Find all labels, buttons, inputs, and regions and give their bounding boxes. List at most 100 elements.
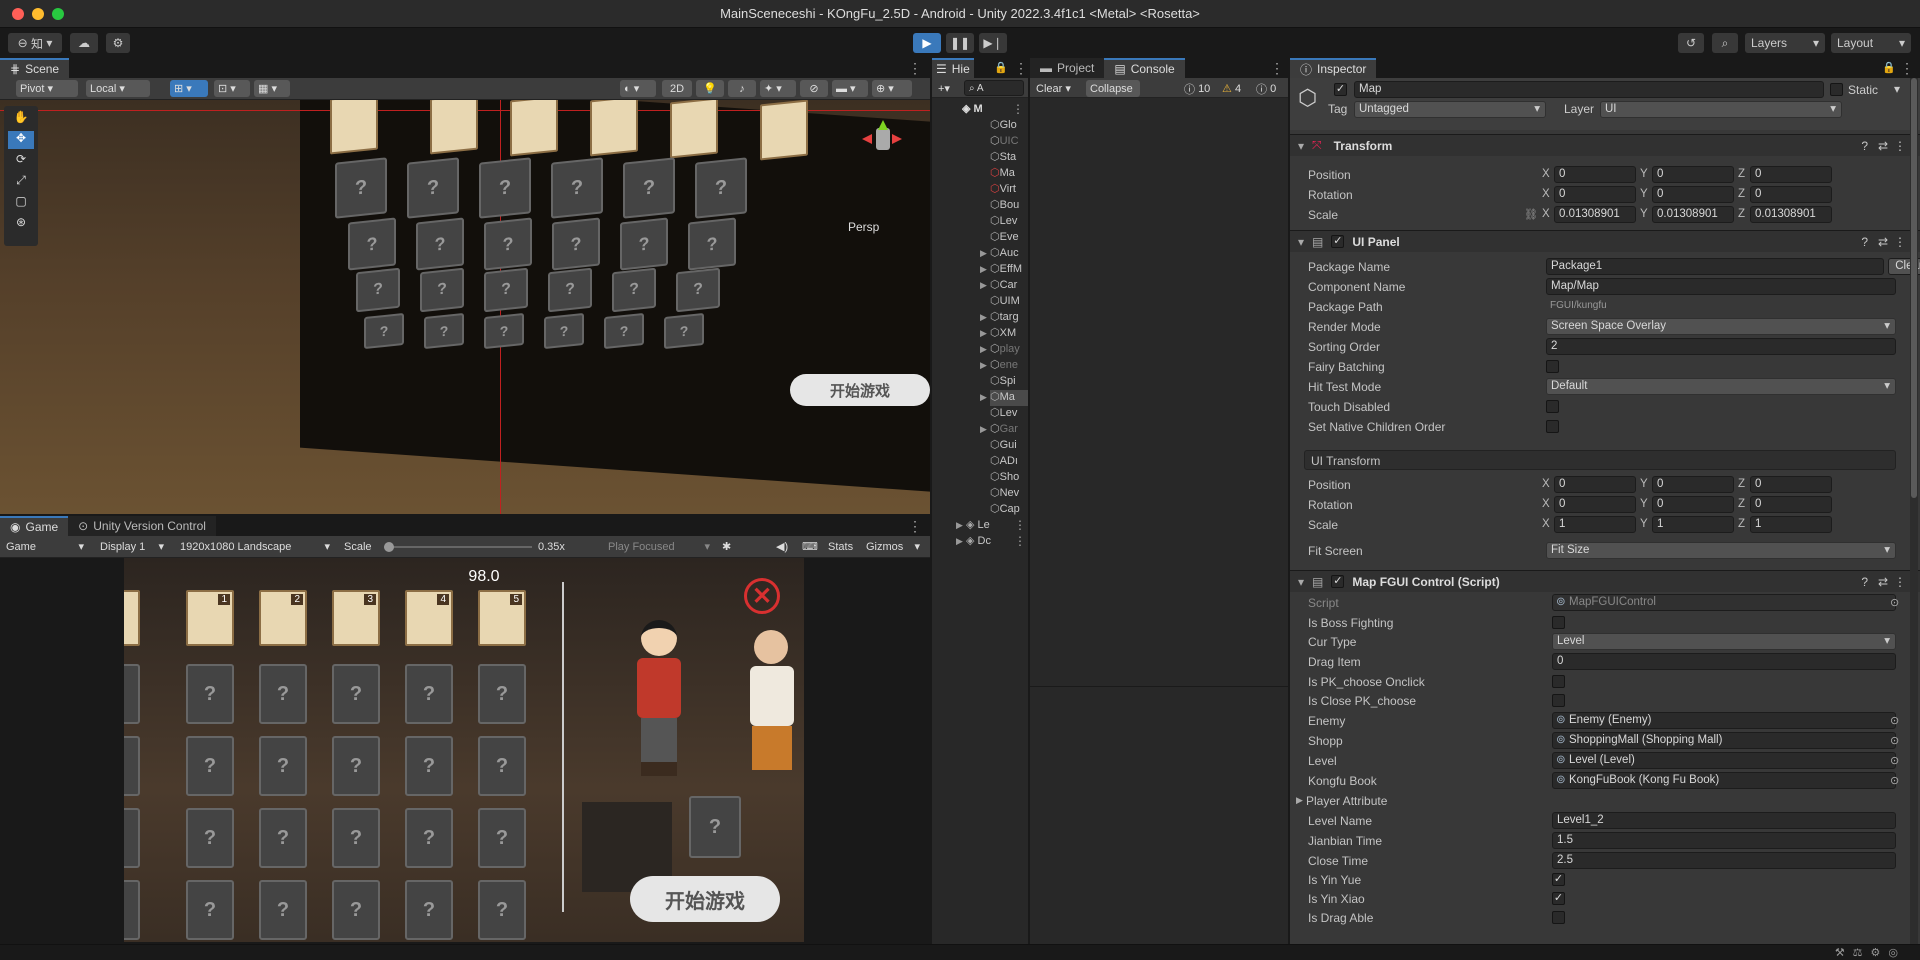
- ui-rotation-y-input[interactable]: 0: [1652, 496, 1734, 513]
- account-dropdown[interactable]: ⊖ 知 ▾: [8, 33, 62, 53]
- cloud-icon[interactable]: ☁: [70, 33, 98, 53]
- game-menu-icon[interactable]: ⋮: [908, 519, 922, 533]
- hierarchy-item[interactable]: ⬡Ma: [990, 166, 1028, 182]
- object-picker-icon[interactable]: ⊙: [1890, 774, 1899, 787]
- game-unknown-card[interactable]: ?: [259, 808, 307, 868]
- console-log-list[interactable]: [1030, 100, 1288, 592]
- hit-test-mode-dropdown[interactable]: Default: [1546, 378, 1896, 395]
- hierarchy-menu-icon[interactable]: ⋮: [1014, 61, 1028, 75]
- tab-unity-version-control[interactable]: ⊙ Unity Version Control: [68, 516, 216, 536]
- object-picker-icon[interactable]: ⊙: [1890, 754, 1899, 767]
- tab-inspector[interactable]: ⓘ Inspector: [1290, 58, 1377, 78]
- transform-scale-z-input[interactable]: 0.01308901: [1750, 206, 1832, 223]
- hierarchy-scene-item[interactable]: ◈ Le: [966, 518, 1012, 534]
- grid-snap-icon[interactable]: ⊞ ▾: [170, 80, 208, 97]
- hierarchy-item[interactable]: ⬡ADı: [990, 454, 1028, 470]
- tab-hierarchy[interactable]: ☰ Hie: [932, 58, 974, 78]
- start-game-button[interactable]: 开始游戏: [630, 876, 780, 922]
- ui-scale-z-input[interactable]: 1: [1750, 516, 1832, 533]
- hierarchy-item[interactable]: ⬡Sho: [990, 470, 1028, 486]
- shopp-object-field[interactable]: ⊚ ShoppingMall (Shopping Mall): [1552, 732, 1896, 749]
- keyboard-icon[interactable]: ⌨: [798, 538, 820, 555]
- clear-dropdown[interactable]: Clear ▾: [1032, 80, 1084, 97]
- hierarchy-item[interactable]: ⬡Auc: [990, 246, 1028, 262]
- scale-tool-icon[interactable]: ⤢: [8, 173, 34, 191]
- component-menu-icon[interactable]: ⋮: [1894, 235, 1906, 249]
- game-unknown-card[interactable]: ?: [332, 880, 380, 940]
- warning-filter-button[interactable]: ⚠ 4: [1218, 80, 1250, 97]
- persp-label[interactable]: Persp: [848, 220, 879, 234]
- camera-icon[interactable]: ▬ ▾: [832, 80, 868, 97]
- foldout-arrow-icon[interactable]: ▶: [980, 280, 987, 291]
- hierarchy-item[interactable]: ⬡Virt: [990, 182, 1028, 198]
- hierarchy-item[interactable]: ⬡Gui: [990, 438, 1028, 454]
- ui-panel-header[interactable]: ▾ ▤ ✓ UI Panel ? ⇄ ⋮: [1290, 230, 1920, 252]
- hierarchy-item[interactable]: ⬡targ: [990, 310, 1028, 326]
- tab-project[interactable]: ▬ Project: [1030, 58, 1105, 78]
- transform-position-y-input[interactable]: 0: [1652, 166, 1734, 183]
- static-checkbox[interactable]: [1830, 83, 1843, 96]
- hierarchy-item[interactable]: ⬡Gar: [990, 422, 1028, 438]
- cur-type-dropdown[interactable]: Level: [1552, 633, 1896, 650]
- transform-rotation-z-input[interactable]: 0: [1750, 186, 1832, 203]
- transform-position-x-input[interactable]: 0: [1554, 166, 1636, 183]
- game-unknown-card[interactable]: ?: [186, 736, 234, 796]
- foldout-arrow-icon[interactable]: ▶: [980, 328, 987, 339]
- kongfu-book-object-field[interactable]: ⊚ KongFuBook (Kong Fu Book): [1552, 772, 1896, 789]
- bug-icon[interactable]: ✱: [718, 538, 738, 555]
- audio-icon[interactable]: ♪: [728, 80, 756, 97]
- map-control-header[interactable]: ▾ ▤ ✓ Map FGUI Control (Script) ? ⇄ ⋮: [1290, 570, 1920, 592]
- map-control-enabled-checkbox[interactable]: ✓: [1331, 575, 1345, 588]
- game-unknown-card[interactable]: ?: [478, 736, 526, 796]
- pause-button[interactable]: ❚❚: [946, 33, 974, 53]
- enemy-object-field[interactable]: ⊚ Enemy (Enemy): [1552, 712, 1896, 729]
- hierarchy-item[interactable]: ⬡Spi: [990, 374, 1028, 390]
- hierarchy-item[interactable]: ⬡Ma: [990, 390, 1028, 406]
- play-focused-dropdown[interactable]: Play Focused ▾: [604, 538, 714, 555]
- scene-viewport[interactable]: ???????????????????????? 开始游戏 Persp ✋ ✥ …: [0, 100, 930, 514]
- component-name-input[interactable]: Map/Map: [1546, 278, 1896, 295]
- tab-console[interactable]: ▤ Console: [1104, 58, 1185, 78]
- hierarchy-item[interactable]: ⬡Sta: [990, 150, 1028, 166]
- play-button[interactable]: ▶: [913, 33, 941, 53]
- hierarchy-item[interactable]: ⬡Glo: [990, 118, 1028, 134]
- hierarchy-item[interactable]: ⬡EffM: [990, 262, 1028, 278]
- scale-slider-thumb[interactable]: [384, 542, 394, 552]
- fairy-batching-checkbox[interactable]: [1546, 360, 1559, 373]
- ui-position-y-input[interactable]: 0: [1652, 476, 1734, 493]
- move-tool-icon[interactable]: ✥: [8, 131, 34, 149]
- orientation-gizmo[interactable]: [862, 120, 906, 164]
- collapse-button[interactable]: Collapse: [1086, 80, 1140, 97]
- layout-dropdown[interactable]: Layout ▾: [1831, 33, 1911, 53]
- gizmos-icon[interactable]: ⊕ ▾: [872, 80, 912, 97]
- collab-icon[interactable]: ⚙: [106, 33, 130, 53]
- inspector-scrollbar-thumb[interactable]: [1911, 78, 1917, 498]
- game-unknown-card[interactable]: ?: [186, 664, 234, 724]
- game-unknown-card[interactable]: ?: [405, 880, 453, 940]
- game-unknown-card[interactable]: [124, 664, 140, 724]
- game-unknown-card[interactable]: ?: [186, 880, 234, 940]
- game-hero-card[interactable]: 3: [332, 590, 380, 646]
- hierarchy-item[interactable]: ⬡Lev: [990, 406, 1028, 422]
- ui-rotation-z-input[interactable]: 0: [1750, 496, 1832, 513]
- history-icon[interactable]: ↺: [1678, 33, 1704, 53]
- grid-visibility-icon[interactable]: ▦ ▾: [254, 80, 290, 97]
- hierarchy-scene-item[interactable]: ◈ Dc: [966, 534, 1012, 550]
- hierarchy-item[interactable]: ⬡Lev: [990, 214, 1028, 230]
- game-unknown-card[interactable]: ?: [332, 664, 380, 724]
- hierarchy-item[interactable]: ⬡Bou: [990, 198, 1028, 214]
- game-hero-card[interactable]: 5: [478, 590, 526, 646]
- visibility-icon[interactable]: ⊘: [800, 80, 828, 97]
- yin-yue-checkbox[interactable]: ✓: [1552, 873, 1565, 886]
- object-picker-icon[interactable]: ⊙: [1890, 714, 1899, 727]
- lock-icon[interactable]: 🔒: [994, 61, 1008, 75]
- gizmos-dropdown[interactable]: Gizmos ▾: [862, 538, 924, 555]
- layer-dropdown[interactable]: UI: [1600, 101, 1842, 118]
- package-name-input[interactable]: Package1: [1546, 258, 1884, 275]
- active-checkbox[interactable]: ✓: [1334, 83, 1347, 96]
- resolution-dropdown[interactable]: 1920x1080 Landscape ▾: [176, 538, 334, 555]
- transform-scale-x-input[interactable]: 0.01308901: [1554, 206, 1636, 223]
- help-icon[interactable]: ?: [1861, 235, 1868, 249]
- status-icons[interactable]: ⚒⚖⚙◎: [1835, 946, 1906, 959]
- pk-onclick-checkbox[interactable]: [1552, 675, 1565, 688]
